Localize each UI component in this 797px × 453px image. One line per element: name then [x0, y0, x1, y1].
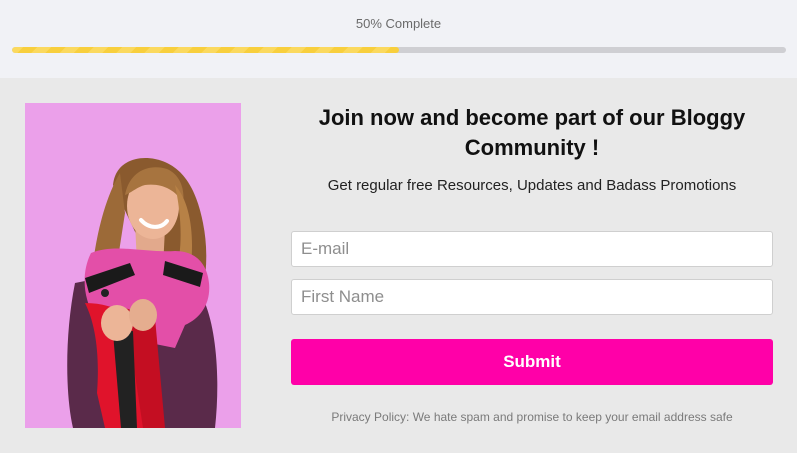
progress-bar — [12, 47, 786, 53]
progress-section: 50% Complete — [0, 0, 797, 78]
progress-bar-fill — [12, 47, 399, 53]
submit-button[interactable]: Submit — [291, 339, 773, 385]
signup-section: Join now and become part of our Bloggy C… — [0, 78, 797, 453]
subtitle: Get regular free Resources, Updates and … — [327, 177, 737, 194]
first-name-field[interactable] — [291, 279, 773, 315]
headline: Join now and become part of our Bloggy C… — [318, 105, 746, 160]
progress-label: 50% Complete — [355, 16, 442, 31]
email-field[interactable] — [291, 231, 773, 267]
privacy-policy-text: Privacy Policy: We hate spam and promise… — [331, 410, 733, 424]
woman-with-scarf-photo — [25, 103, 241, 428]
signup-form: Join now and become part of our Bloggy C… — [291, 103, 773, 424]
